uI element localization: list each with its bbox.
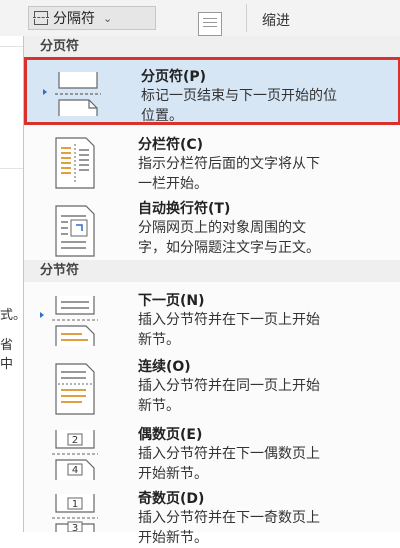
breaks-menu: 分页符 分页符(P) 标记一页结束与下一页开始的位 位置。 分栏符(C) 指示分… <box>23 36 400 546</box>
item-description: 插入分节符并在下一奇数页上 开始新节。 <box>138 510 320 546</box>
item-title: 偶数页(E) <box>138 427 203 443</box>
item-description: 插入分节符并在下一偶数页上 开始新节。 <box>138 446 320 482</box>
svg-text:4: 4 <box>72 465 78 476</box>
item-description: 标记一页结束与下一页开始的位 位置。 <box>141 88 337 124</box>
menu-item-continuous[interactable]: 连续(O) 插入分节符并在同一页上开始 新节。 <box>24 354 400 420</box>
breaks-dropdown-button[interactable]: 分隔符 ⌄ <box>28 6 156 30</box>
doc-rule <box>0 46 23 47</box>
odd-page-icon: 1 3 <box>52 494 98 532</box>
page-breaks-header: 分页符 <box>24 36 400 58</box>
svg-text:2: 2 <box>72 435 78 446</box>
item-description: 分隔网页上的对象周围的文 字，如分隔题注文字与正文。 <box>138 220 320 256</box>
column-break-icon <box>55 137 95 189</box>
section-breaks-header: 分节符 <box>24 260 400 282</box>
item-title: 下一页(N) <box>138 293 205 309</box>
item-title: 自动换行符(T) <box>138 201 231 217</box>
item-title: 分栏符(C) <box>138 137 204 153</box>
item-title: 奇数页(D) <box>138 491 205 507</box>
continuous-icon <box>55 363 95 415</box>
next-page-icon <box>52 296 98 346</box>
chevron-down-icon: ⌄ <box>103 11 113 25</box>
doc-rule <box>0 168 23 169</box>
selection-marker-icon <box>40 312 44 318</box>
text-wrapping-icon <box>55 205 95 257</box>
menu-item-page-break[interactable]: 分页符(P) 标记一页结束与下一页开始的位 位置。 <box>24 57 400 125</box>
menu-item-column-break[interactable]: 分栏符(C) 指示分栏符后面的文字将从下 一栏开始。 <box>24 132 400 194</box>
menu-item-text-wrapping[interactable]: 自动换行符(T) 分隔网页上的对象周围的文 字，如分隔题注文字与正文。 <box>24 196 400 262</box>
item-description: 插入分节符并在同一页上开始 新节。 <box>138 378 320 414</box>
item-description: 插入分节符并在下一页上开始 新节。 <box>138 312 320 348</box>
item-title: 分页符(P) <box>141 69 207 85</box>
even-page-icon: 2 4 <box>52 430 98 480</box>
svg-text:1: 1 <box>72 499 78 510</box>
menu-item-odd-page[interactable]: 1 3 奇数页(D) 插入分节符并在下一奇数页上 开始新节。 <box>24 486 400 546</box>
selection-marker-icon <box>43 89 47 95</box>
item-title: 连续(O) <box>138 359 191 375</box>
page-setup-icon[interactable] <box>198 12 222 36</box>
doc-text-fragment: 省中 <box>0 338 14 372</box>
ribbon: 分隔符 ⌄ 缩进 <box>0 0 400 37</box>
item-description: 指示分栏符后面的文字将从下 一栏开始。 <box>138 156 320 192</box>
page-break-small-icon <box>33 10 49 26</box>
page-break-icon <box>55 72 101 116</box>
menu-item-next-page[interactable]: 下一页(N) 插入分节符并在下一页上开始 新节。 <box>24 288 400 354</box>
document-area: 式。 省中 <box>0 36 26 532</box>
svg-text:3: 3 <box>72 523 78 532</box>
menu-item-even-page[interactable]: 2 4 偶数页(E) 插入分节符并在下一偶数页上 开始新节。 <box>24 422 400 486</box>
ribbon-divider <box>246 4 247 32</box>
breaks-button-label: 分隔符 <box>53 11 95 27</box>
indent-label: 缩进 <box>262 13 290 29</box>
